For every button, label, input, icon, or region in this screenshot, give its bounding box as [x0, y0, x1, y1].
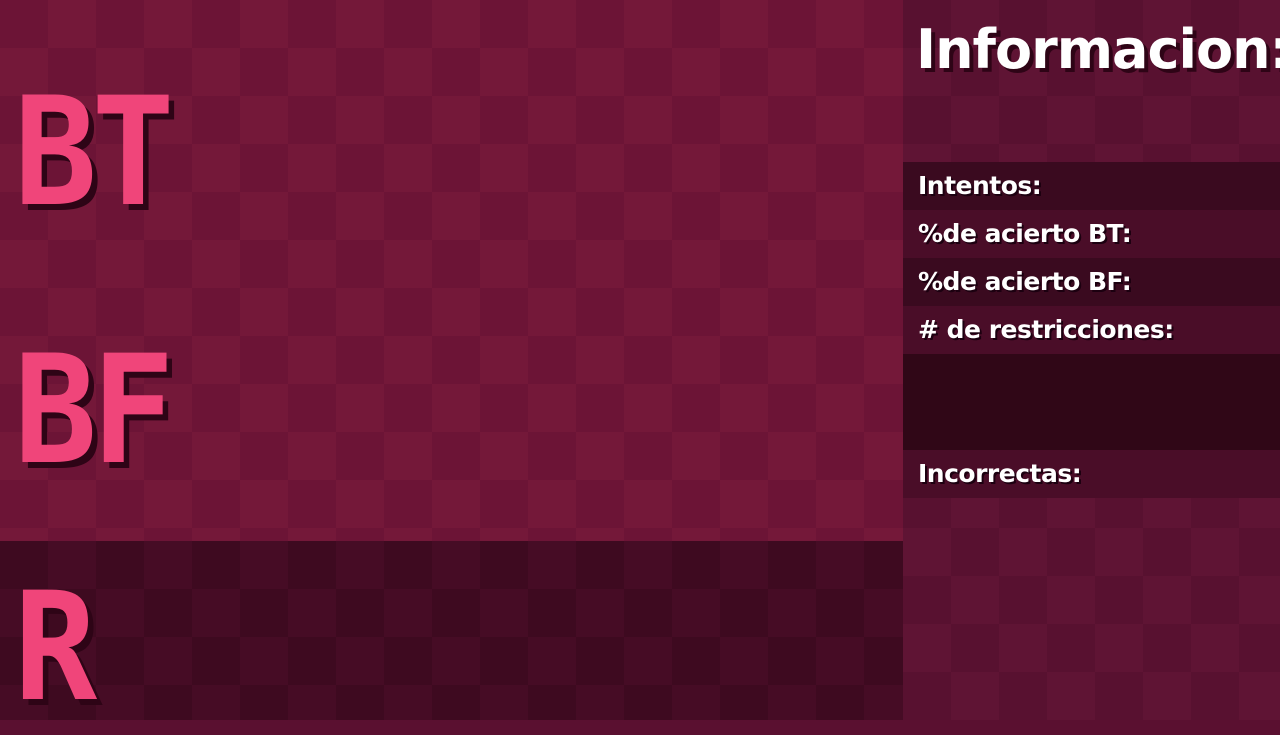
bf-label: BF	[14, 324, 175, 498]
bt-label: BT	[14, 66, 175, 240]
restricciones-list	[903, 354, 1280, 456]
stat-incorrectas-label: Incorrectas:	[918, 459, 1082, 488]
info-panel-title: Informacion:	[916, 18, 1280, 81]
r-label: R	[14, 561, 97, 735]
r-board	[0, 541, 903, 720]
stat-restricciones-label: # de restricciones:	[918, 315, 1174, 344]
stat-incorrectas: Incorrectas:	[903, 450, 1280, 498]
stat-acierto-bf-label: %de acierto BF:	[918, 267, 1132, 296]
stat-acierto-bf: %de acierto BF:	[903, 258, 1280, 306]
stat-intentos: Intentos:	[903, 162, 1280, 210]
stat-restricciones: # de restricciones:	[903, 306, 1280, 354]
stat-acierto-bt-label: %de acierto BT:	[918, 219, 1132, 248]
stat-intentos-label: Intentos:	[918, 171, 1042, 200]
stat-acierto-bt: %de acierto BT:	[903, 210, 1280, 258]
